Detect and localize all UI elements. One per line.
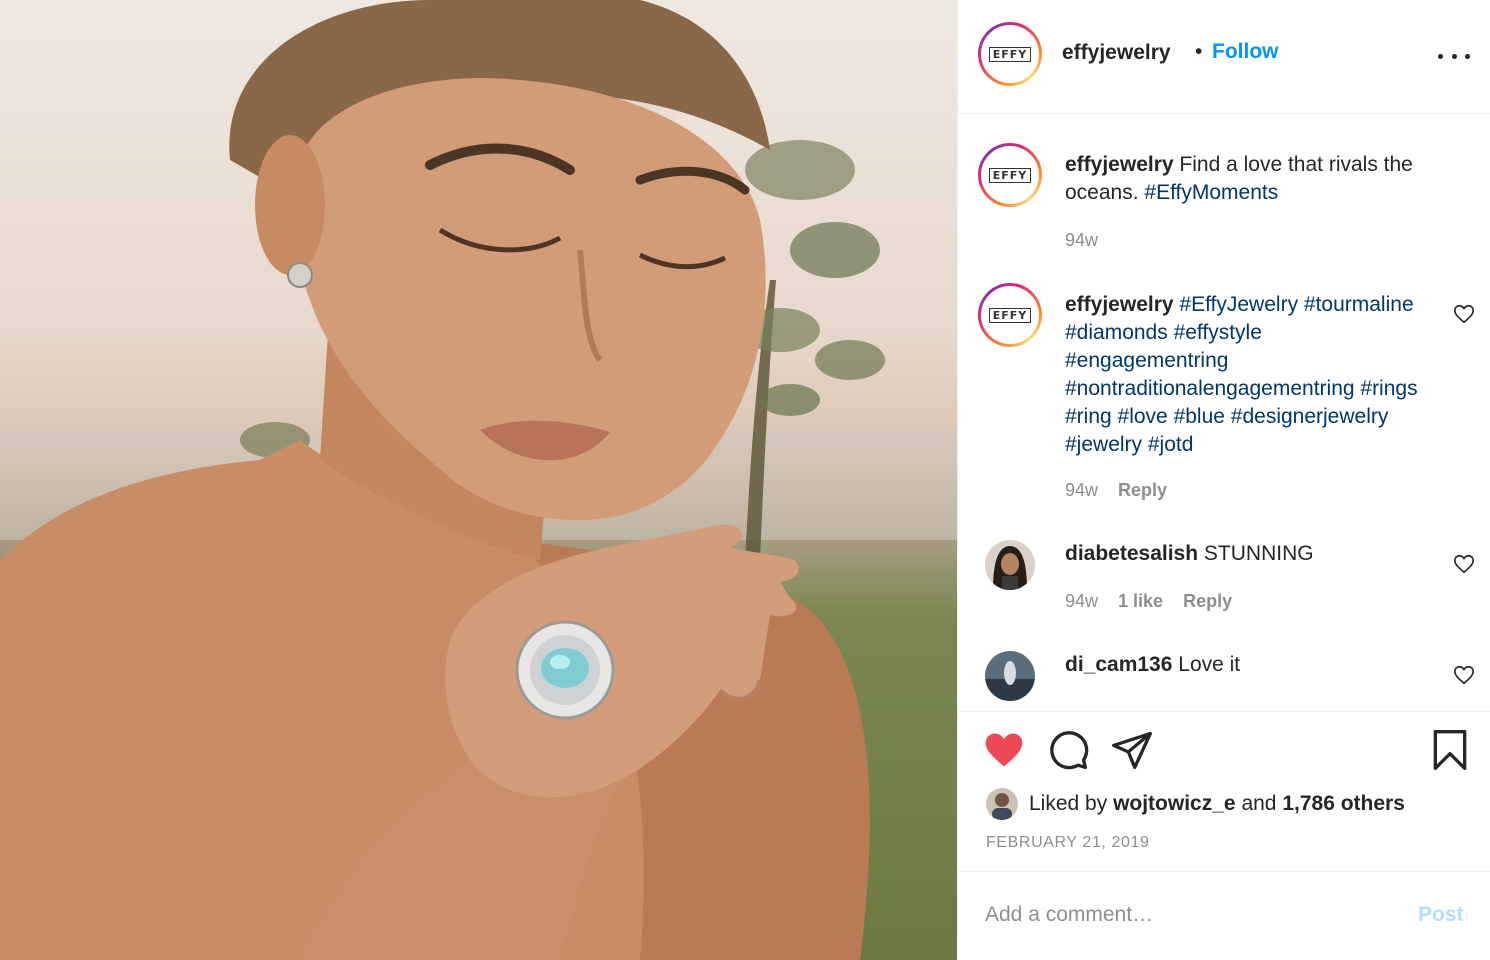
caption-username[interactable]: effyjewelry [1065, 153, 1174, 176]
comments-list[interactable]: EFFY effyjewelry Find a love that rivals… [958, 115, 1490, 711]
post-side-panel: EFFY effyjewelry • Follow EFFY effyjewel… [957, 0, 1490, 960]
comment-hashtag-list[interactable]: #EffyJewelry #tourmaline #diamonds #effy… [1065, 293, 1418, 456]
ring-illustration [515, 620, 615, 720]
comment-text: di_cam136 Love it [1065, 651, 1465, 679]
liked-joiner: and [1241, 792, 1277, 815]
comment-icon[interactable] [1046, 728, 1090, 772]
post-button[interactable]: Post [1418, 903, 1464, 927]
commenter-photo [985, 540, 1035, 590]
heart-outline-icon[interactable] [1453, 553, 1475, 575]
liked-others[interactable]: 1,786 others [1282, 792, 1405, 816]
liked-prefix: Liked by [1029, 792, 1108, 815]
comment-likes[interactable]: 1 like [1118, 591, 1163, 612]
comment-input[interactable] [985, 898, 1405, 932]
comment-text: diabetesalish STUNNING [1065, 540, 1465, 568]
post-photo-illustration [0, 0, 957, 960]
post-actions: Liked by wojtowicz_e and 1,786 others FE… [958, 711, 1490, 871]
commenter-avatar[interactable] [985, 651, 1035, 701]
comment-body: Love it [1178, 653, 1241, 676]
account-username[interactable]: effyjewelry [1062, 41, 1171, 65]
effy-logo: EFFY [988, 307, 1032, 323]
more-icon[interactable] [1438, 44, 1470, 68]
heart-outline-icon[interactable] [1453, 664, 1475, 686]
liked-user[interactable]: wojtowicz_e [1113, 792, 1236, 816]
heart-filled-icon[interactable] [982, 728, 1026, 772]
caption-meta: 94w [1065, 230, 1098, 251]
comment-age[interactable]: 94w [1065, 480, 1098, 501]
commenter-avatar[interactable] [985, 540, 1035, 590]
reply-button[interactable]: Reply [1183, 591, 1232, 612]
comment-text: effyjewelry #EffyJewelry #tourmaline #di… [1065, 291, 1425, 459]
bookmark-icon[interactable] [1428, 728, 1472, 772]
post-photo[interactable] [0, 0, 957, 960]
caption-avatar[interactable]: EFFY [978, 143, 1042, 207]
comment-meta: 94w Reply [1065, 480, 1167, 501]
liker-avatar[interactable] [986, 788, 1018, 820]
effy-logo: EFFY [988, 46, 1032, 62]
comment-username[interactable]: diabetesalish [1065, 542, 1198, 565]
comment-username[interactable]: effyjewelry [1065, 293, 1174, 316]
caption-text: effyjewelry Find a love that rivals the … [1065, 151, 1465, 207]
commenter-photo [985, 651, 1035, 701]
account-avatar[interactable]: EFFY [978, 22, 1042, 86]
heart-outline-icon[interactable] [1453, 303, 1475, 325]
effy-logo: EFFY [988, 167, 1032, 183]
caption-hashtags[interactable]: #EffyMoments [1144, 181, 1278, 204]
add-comment-bar: Post [958, 871, 1490, 960]
follow-button[interactable]: Follow [1212, 40, 1279, 64]
share-icon[interactable] [1110, 728, 1154, 772]
comment-avatar[interactable]: EFFY [978, 283, 1042, 347]
post-header: EFFY effyjewelry • Follow [958, 0, 1490, 114]
liker-photo [986, 788, 1018, 820]
liked-by: Liked by wojtowicz_e and 1,786 others [986, 788, 1405, 820]
comment-body: STUNNING [1203, 542, 1314, 565]
comment-age[interactable]: 94w [1065, 591, 1098, 612]
reply-button[interactable]: Reply [1118, 480, 1167, 501]
caption-age[interactable]: 94w [1065, 230, 1098, 251]
post-date[interactable]: FEBRUARY 21, 2019 [986, 834, 1149, 852]
comment-username[interactable]: di_cam136 [1065, 653, 1172, 676]
comment-meta: 94w 1 like Reply [1065, 591, 1232, 612]
header-separator: • [1195, 40, 1203, 63]
